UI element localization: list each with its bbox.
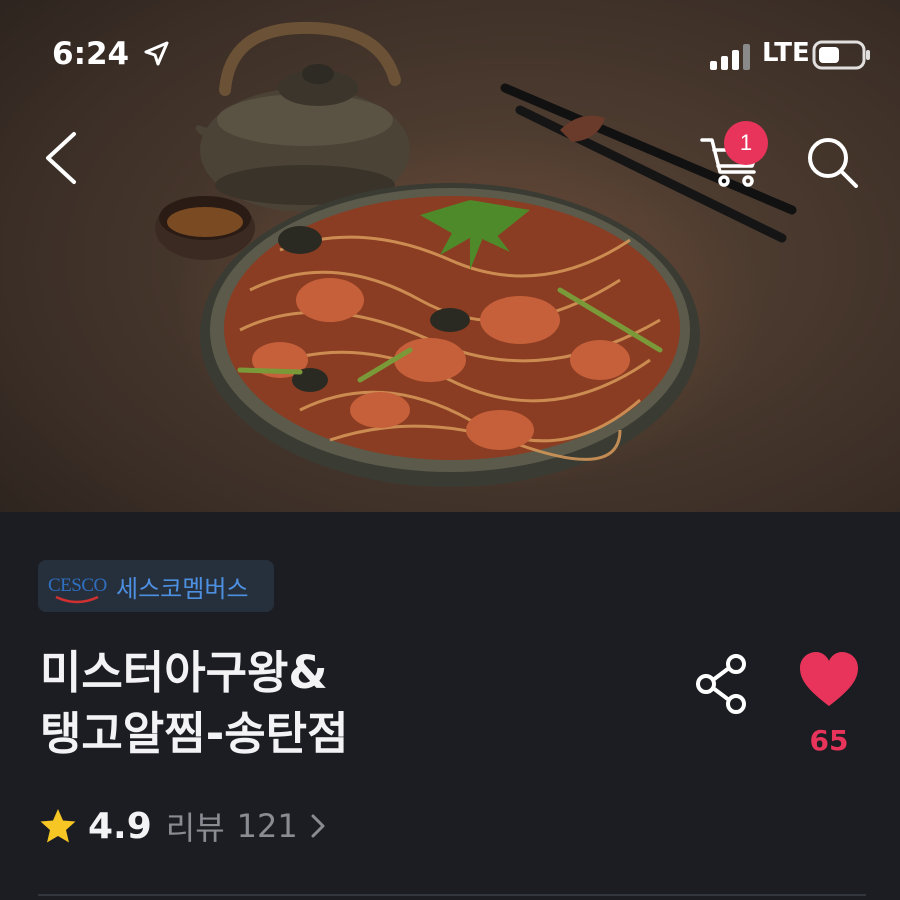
network-label: LTE [762,38,810,68]
hero-image: 6:24 LTE 1 [0,0,900,512]
location-arrow-icon [144,41,169,66]
store-title: 미스터아구왕& 탱고알찜-송탄점 [40,642,600,764]
brand-chip[interactable]: CESCO 세스코멤버스 [38,560,274,612]
tea-cup-image [155,196,255,260]
like-count: 65 [809,724,849,757]
status-time: 6:24 [52,36,130,72]
store-title-line1: 미스터아구왕& [40,646,328,699]
heart-icon [800,652,858,706]
rating-value: 4.9 [88,805,152,847]
divider [38,894,866,896]
store-info: CESCO 세스코멤버스 미스터아구왕& 탱고알찜-송탄점 65 4.9 리뷰 … [0,512,900,900]
status-bar: 6:24 LTE [0,0,900,110]
cart-badge: 1 [724,121,768,165]
rating-row[interactable]: 4.9 리뷰 121 [38,804,328,848]
store-title-line2: 탱고알찜-송탄점 [40,707,349,760]
chevron-right-icon [311,814,325,838]
brand-name: 세스코멤버스 [116,574,249,603]
back-chevron-icon [46,132,76,184]
back-button[interactable] [30,126,94,190]
battery-icon [812,40,870,70]
search-icon [808,138,858,188]
share-button[interactable] [690,652,754,716]
brand-smile-icon [55,595,99,604]
brand-logo-text: CESCO [48,575,107,596]
signal-icon [710,44,750,70]
review-label: 리뷰 [165,809,225,847]
like-button[interactable] [798,650,860,710]
share-icon [696,654,746,714]
star-icon [40,809,76,843]
plate-image [200,183,700,487]
brand-logo: CESCO [48,575,110,604]
search-button[interactable] [800,130,864,194]
review-count: 121 [236,807,298,845]
